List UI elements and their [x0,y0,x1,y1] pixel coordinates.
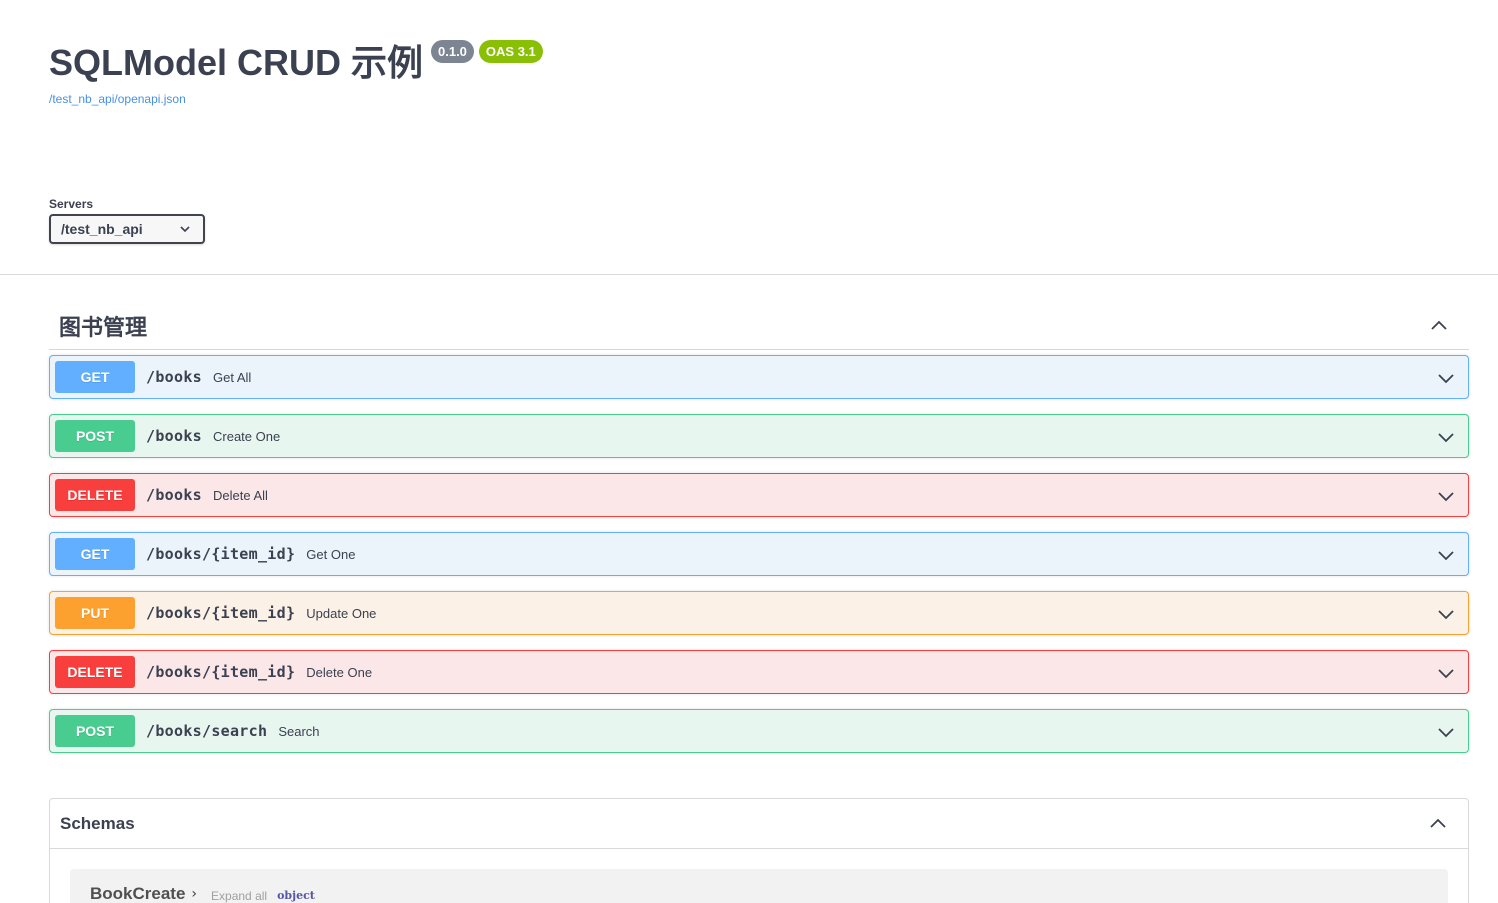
server-select[interactable]: /test_nb_api [49,214,205,244]
operation-put-book-item[interactable]: PUT /books/{item_id} Update One [49,591,1469,635]
chevron-up-icon[interactable] [1428,814,1448,834]
operation-summary: Search [278,723,320,739]
tag-header-books[interactable]: 图书管理 [49,302,1469,350]
tag-title: 图书管理 [59,315,148,341]
method-badge: GET [55,538,135,570]
operation-path: /books [146,368,202,386]
model-name[interactable]: BookCreate [90,884,185,903]
operation-post-books[interactable]: POST /books Create One [49,414,1469,458]
title-row: SQLModel CRUD 示例 0.1.0 OAS 3.1 [49,38,543,88]
method-badge: DELETE [55,479,135,511]
operation-delete-book-item[interactable]: DELETE /books/{item_id} Delete One [49,650,1469,694]
operation-summary: Delete One [306,664,373,680]
operation-summary: Create One [213,428,281,444]
method-badge: PUT [55,597,135,629]
schemas-section: Schemas BookCreate › Expand all object [49,798,1469,903]
operation-summary: Get All [213,369,252,385]
operation-path: /books/search [146,722,268,740]
servers-section: Servers /test_nb_api [49,197,205,244]
api-title: SQLModel CRUD 示例 [49,42,423,83]
chevron-down-icon[interactable] [1436,604,1456,624]
method-badge: POST [55,420,135,452]
operation-path: /books/{item_id} [146,545,296,563]
openapi-json-link[interactable]: /test_nb_api/openapi.json [49,92,543,106]
operation-path: /books [146,427,202,445]
chevron-up-icon[interactable] [1429,316,1449,336]
operation-post-books-search[interactable]: POST /books/search Search [49,709,1469,753]
operation-path: /books/{item_id} [146,663,296,681]
operation-path: /books [146,486,202,504]
chevron-down-icon[interactable] [1436,545,1456,565]
server-selected-value: /test_nb_api [61,221,143,237]
chevron-down-icon [180,226,190,233]
chevron-down-icon[interactable] [1436,722,1456,742]
chevron-right-icon[interactable]: › [191,886,197,902]
model-bookcreate[interactable]: BookCreate › Expand all object [70,869,1448,903]
header-divider [0,274,1498,275]
api-info: SQLModel CRUD 示例 0.1.0 OAS 3.1 /test_nb_… [49,38,543,106]
operation-get-books[interactable]: GET /books Get All [49,355,1469,399]
chevron-down-icon[interactable] [1436,368,1456,388]
method-badge: DELETE [55,656,135,688]
oas-badge: OAS 3.1 [478,40,543,63]
method-badge: GET [55,361,135,393]
method-badge: POST [55,715,135,747]
chevron-down-icon[interactable] [1436,663,1456,683]
operation-summary: Delete All [213,487,268,503]
operation-summary: Update One [306,605,377,621]
operation-get-book-item[interactable]: GET /books/{item_id} Get One [49,532,1469,576]
schemas-title: Schemas [60,813,135,833]
operation-summary: Get One [306,546,356,562]
model-type: object [277,889,315,902]
schemas-header[interactable]: Schemas [50,799,1468,849]
servers-label: Servers [49,197,94,211]
version-badge: 0.1.0 [431,40,474,63]
chevron-down-icon[interactable] [1436,427,1456,447]
operation-delete-books[interactable]: DELETE /books Delete All [49,473,1469,517]
chevron-down-icon[interactable] [1436,486,1456,506]
operation-path: /books/{item_id} [146,604,296,622]
expand-all-button[interactable]: Expand all [211,889,267,903]
